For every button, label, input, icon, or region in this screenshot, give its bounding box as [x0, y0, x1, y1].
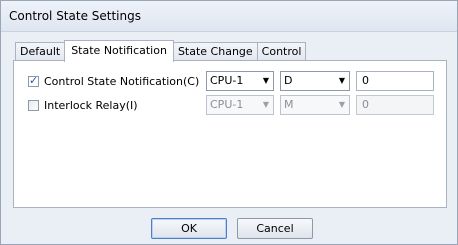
interlock-cpu-select[interactable]: CPU-1 ▼ — [206, 95, 274, 115]
control-state-notification-label: Control State Notification(C) — [44, 75, 200, 88]
interlock-device-select[interactable]: M ▼ — [280, 95, 350, 115]
tab-default[interactable]: Default — [15, 42, 66, 61]
chevron-down-icon: ▼ — [262, 76, 269, 85]
cpu-select[interactable]: CPU-1 ▼ — [206, 71, 274, 91]
tab-state-notification[interactable]: State Notification — [64, 40, 174, 62]
chevron-down-icon: ▼ — [338, 100, 345, 109]
device-select[interactable]: D ▼ — [280, 71, 350, 91]
cancel-button[interactable]: Cancel — [237, 218, 313, 239]
cpu-select-value: CPU-1 — [210, 74, 244, 87]
chevron-down-icon: ▼ — [262, 100, 269, 109]
control-state-settings-dialog: Control State Settings Default State Not… — [0, 0, 458, 245]
tab-strip: Default State Notification State Change … — [15, 40, 307, 62]
interlock-device-select-value: M — [284, 98, 294, 111]
window-title: Control State Settings — [9, 9, 141, 23]
interlock-relay-checkbox[interactable] — [28, 100, 39, 111]
interlock-cpu-select-value: CPU-1 — [210, 98, 244, 111]
interlock-number-input[interactable]: 0 — [356, 95, 434, 115]
tab-panel-state-notification: Control State Notification(C) CPU-1 ▼ D … — [13, 60, 447, 208]
control-state-notification-checkbox[interactable] — [28, 74, 39, 87]
interlock-relay-label: Interlock Relay(I) — [44, 99, 138, 112]
title-bar: Control State Settings — [1, 1, 457, 32]
device-number-input[interactable]: 0 — [356, 71, 434, 91]
ok-button[interactable]: OK — [151, 218, 227, 239]
tab-control[interactable]: Control — [256, 42, 307, 61]
chevron-down-icon: ▼ — [338, 76, 345, 85]
tab-state-change[interactable]: State Change — [172, 42, 258, 61]
device-select-value: D — [284, 74, 293, 87]
